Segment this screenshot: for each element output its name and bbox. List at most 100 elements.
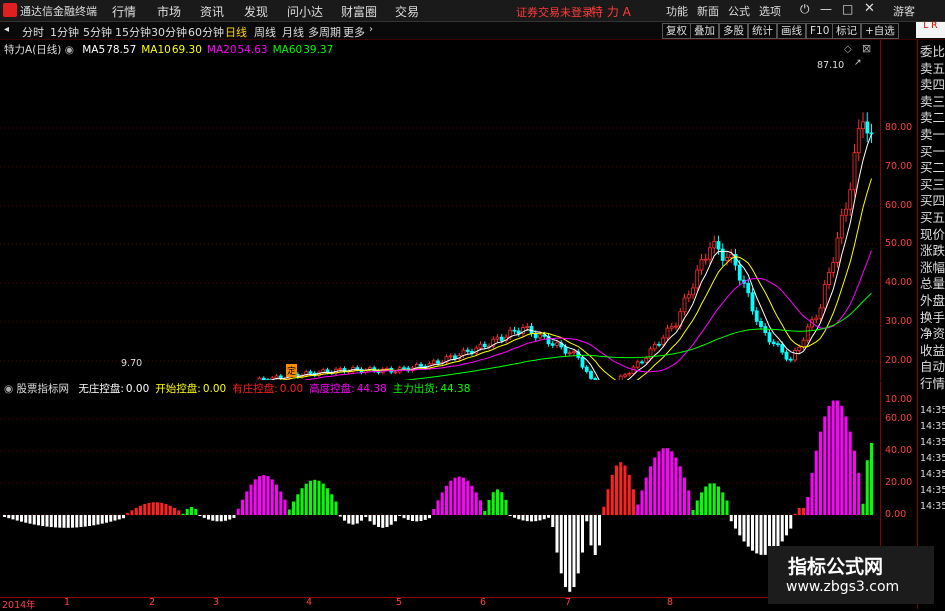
date-tick-label: 7 <box>565 597 571 608</box>
power-icon[interactable]: ⏻ <box>800 2 810 17</box>
period-tab-5min[interactable]: 5分钟 <box>83 24 112 40</box>
menu-item-options[interactable]: 选项 <box>759 3 781 19</box>
indicator-bar <box>764 515 767 555</box>
menu-item-quotes[interactable]: 行情 <box>112 3 136 20</box>
indicator-bar <box>424 515 427 520</box>
menu-item-trade[interactable]: 交易 <box>395 3 419 20</box>
indicator-bar <box>615 465 618 515</box>
period-tab-intraday[interactable]: 分时 <box>22 24 44 40</box>
indicator-bar <box>343 515 346 521</box>
price-chart <box>0 40 880 380</box>
indicator-bar <box>63 515 66 528</box>
chart-close-icon[interactable]: ⊠ <box>862 42 871 55</box>
menu-item-new-page[interactable]: 新面 <box>697 3 719 19</box>
chevron-right-icon[interactable]: › <box>369 24 373 35</box>
add-favorite-button[interactable]: +自选 <box>861 23 899 39</box>
indicator-bar <box>335 502 338 515</box>
candle-body <box>568 353 571 354</box>
side-item-4: 卖二 <box>920 110 945 127</box>
menu-item-news[interactable]: 资讯 <box>200 3 224 20</box>
minimize-icon[interactable]: — <box>820 2 832 16</box>
candle-body <box>692 288 695 295</box>
side-item-17: 净资 <box>920 326 945 343</box>
indicator-bar <box>755 515 758 553</box>
indicator-bar <box>492 492 495 515</box>
candle-body <box>683 298 686 312</box>
indicator-bar <box>717 486 720 515</box>
period-tab-multi[interactable]: 多周期 <box>308 24 341 40</box>
side-item-12: 涨跌 <box>920 243 945 260</box>
adjust-button[interactable]: 复权 <box>662 23 691 39</box>
menu-item-discover[interactable]: 发现 <box>244 3 268 20</box>
overlay-button[interactable]: 叠加 <box>690 23 719 39</box>
side-item-19[interactable]: 自动 <box>920 359 945 376</box>
level2-badge[interactable]: L R <box>916 22 945 38</box>
menu-item-market[interactable]: 市场 <box>157 3 181 20</box>
period-tab-60min[interactable]: 60分钟 <box>188 24 224 40</box>
draw-line-button[interactable]: 画线 <box>777 23 806 39</box>
indicator-bar <box>92 515 95 525</box>
indicator-bar <box>262 475 265 515</box>
period-tab-30min[interactable]: 30分钟 <box>151 24 187 40</box>
menu-item-formula[interactable]: 公式 <box>728 3 750 19</box>
side-item-5: 卖一 <box>920 127 945 144</box>
candle-body <box>262 378 265 380</box>
indicator-bar <box>471 486 474 515</box>
indicator-bar <box>743 515 746 541</box>
candle-body <box>687 295 690 298</box>
multi-stock-button[interactable]: 多股 <box>719 23 748 39</box>
candle-body <box>802 340 805 347</box>
candle-body <box>636 362 639 367</box>
indicator-bar <box>211 515 214 521</box>
side-item-8: 买三 <box>920 177 945 194</box>
candle-body <box>496 337 499 339</box>
indicator-bar <box>649 466 652 515</box>
candle-body <box>794 350 797 360</box>
indicator-bar <box>496 489 499 515</box>
candle-body <box>322 370 325 372</box>
guest-label[interactable]: 游客 <box>893 3 915 19</box>
candle-body <box>828 272 831 284</box>
indicator-bar <box>539 515 542 520</box>
period-tab-15min[interactable]: 15分钟 <box>115 24 151 40</box>
login-status[interactable]: 证券交易未登录 <box>516 4 593 20</box>
indicator-bar <box>594 515 597 555</box>
indicator-bar <box>454 478 457 515</box>
candle-body <box>670 326 673 328</box>
period-tab-1min[interactable]: 1分钟 <box>50 24 79 40</box>
indicator-bar <box>590 515 593 545</box>
candle-body <box>747 283 750 292</box>
menu-item-functions[interactable]: 功能 <box>666 3 688 19</box>
period-tab-weekly[interactable]: 周线 <box>254 24 276 40</box>
collapse-icon[interactable]: ◂ <box>4 24 9 35</box>
candle-body <box>585 367 588 371</box>
candle-body <box>628 374 631 375</box>
indicator-bar <box>696 500 699 515</box>
candle-body <box>806 327 809 340</box>
indicator-bar <box>360 515 363 521</box>
period-tab-monthly[interactable]: 月线 <box>282 24 304 40</box>
candle-body <box>785 352 788 359</box>
indicator-bar <box>551 515 554 527</box>
mark-button[interactable]: 标记 <box>832 23 861 39</box>
menu-item-wealth[interactable]: 财富圈 <box>341 3 377 20</box>
indicator-bar <box>228 515 231 520</box>
indicator-bar <box>556 515 559 553</box>
indicator-bar <box>7 515 10 518</box>
statistics-button[interactable]: 统计 <box>748 23 777 39</box>
close-icon[interactable]: ✕ <box>864 1 875 16</box>
event-marker[interactable]: 定 <box>286 364 297 377</box>
menu-item-assistant[interactable]: 问小达 <box>287 3 323 20</box>
side-item-20[interactable]: 行情 <box>920 376 945 393</box>
chart-diamond-icon[interactable]: ◇ <box>844 44 852 55</box>
period-tab-daily[interactable]: 日线 <box>225 24 247 40</box>
indicator-bar <box>131 510 134 515</box>
f10-button[interactable]: F10 <box>806 23 833 39</box>
period-tab-more[interactable]: 更多 <box>343 24 365 40</box>
candle-body <box>449 356 452 357</box>
maximize-icon[interactable]: □ <box>842 2 853 16</box>
candle-body <box>539 335 542 338</box>
indicator-bar <box>602 507 605 515</box>
app-title: 通达信金融终端 <box>20 3 97 19</box>
indicator-bar <box>20 515 23 522</box>
